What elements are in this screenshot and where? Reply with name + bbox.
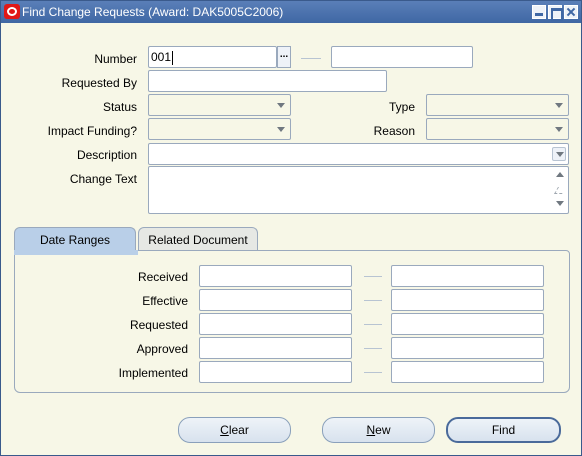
new-mnemonic: N	[366, 423, 376, 437]
effective-label: Effective	[142, 294, 188, 308]
received-label: Received	[137, 270, 188, 284]
impact-funding-label: Impact Funding?	[47, 124, 137, 138]
number-lov-button[interactable]: ...	[277, 46, 291, 68]
window-title: Find Change Requests (Award: DAK5005C200…	[22, 5, 284, 19]
impact-funding-select[interactable]	[148, 118, 291, 140]
chevron-down-icon	[277, 127, 285, 132]
reason-select[interactable]	[426, 118, 569, 140]
minimize-icon[interactable]	[532, 5, 546, 19]
range-separator	[364, 276, 382, 277]
range-separator	[301, 58, 321, 59]
range-separator	[364, 348, 382, 349]
text-cursor	[172, 50, 174, 65]
clear-label-rest: lear	[228, 423, 249, 437]
range-separator	[364, 300, 382, 301]
effective-to-field[interactable]	[391, 289, 544, 311]
number-label: Number	[94, 52, 137, 66]
requested-from-field[interactable]	[199, 313, 352, 335]
requested-to-field[interactable]	[391, 313, 544, 335]
title-bar: Find Change Requests (Award: DAK5005C200…	[1, 1, 581, 23]
change-text-area[interactable]	[148, 166, 569, 214]
approved-to-field[interactable]	[391, 337, 544, 359]
chevron-down-icon	[555, 103, 563, 108]
effective-from-field[interactable]	[199, 289, 352, 311]
clear-button[interactable]: Clear	[178, 417, 291, 443]
close-icon[interactable]	[564, 5, 578, 19]
change-text-scrollbar[interactable]	[553, 168, 567, 212]
requested-by-label: Requested By	[61, 76, 137, 90]
number-from-value: 001	[151, 50, 172, 64]
received-from-field[interactable]	[199, 265, 352, 287]
status-select[interactable]	[148, 94, 291, 116]
reason-label: Reason	[373, 124, 415, 138]
new-button[interactable]: New	[322, 417, 435, 443]
implemented-label: Implemented	[118, 366, 188, 380]
find-button[interactable]: Find	[446, 417, 561, 443]
chevron-down-icon	[277, 103, 285, 108]
implemented-to-field[interactable]	[391, 361, 544, 383]
clear-mnemonic: C	[220, 423, 229, 437]
range-separator	[364, 324, 382, 325]
description-label: Description	[76, 148, 137, 162]
resize-grip-icon[interactable]	[553, 183, 567, 197]
description-field[interactable]	[148, 143, 569, 165]
received-to-field[interactable]	[391, 265, 544, 287]
expand-editor-icon[interactable]	[552, 147, 566, 161]
range-separator	[364, 372, 382, 373]
tab-date-ranges[interactable]: Date Ranges	[14, 227, 136, 251]
requested-label: Requested	[129, 318, 188, 332]
type-label: Type	[388, 100, 415, 114]
number-from-field[interactable]: 001	[148, 46, 277, 68]
chevron-down-icon	[555, 127, 563, 132]
scroll-up-icon[interactable]	[553, 168, 567, 182]
requested-by-field[interactable]	[148, 70, 387, 92]
status-label: Status	[102, 100, 137, 114]
number-to-field[interactable]	[331, 46, 473, 68]
approved-label: Approved	[136, 342, 188, 356]
change-text-label: Change Text	[69, 172, 137, 186]
tab-related-document[interactable]: Related Document	[138, 227, 258, 251]
find-change-requests-window: Find Change Requests (Award: DAK5005C200…	[0, 0, 582, 456]
implemented-from-field[interactable]	[199, 361, 352, 383]
oracle-logo-icon	[4, 4, 20, 19]
type-select[interactable]	[426, 94, 569, 116]
approved-from-field[interactable]	[199, 337, 352, 359]
scroll-down-icon[interactable]	[553, 197, 567, 211]
new-label-rest: ew	[375, 423, 391, 437]
maximize-icon[interactable]	[548, 5, 563, 21]
